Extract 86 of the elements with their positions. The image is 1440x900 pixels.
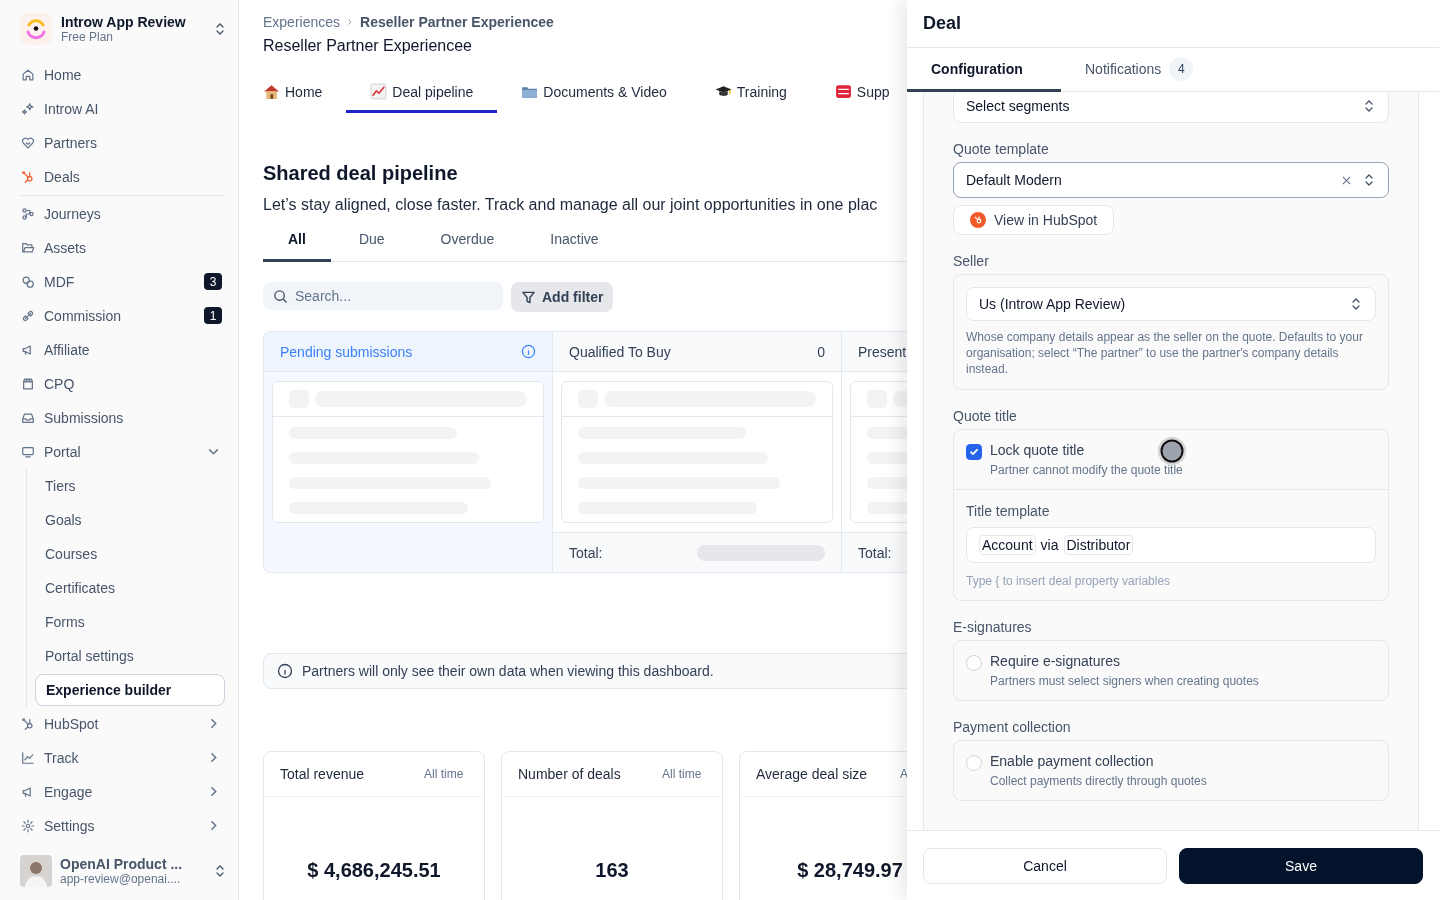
column-title: Qualified To Buy	[569, 343, 671, 360]
select-field[interactable]: Select segments	[953, 92, 1389, 123]
hint-text: Type { to insert deal property variables	[966, 574, 1171, 588]
count-badge: 3	[204, 273, 222, 290]
field-label: E-signatures	[953, 619, 1032, 635]
tab[interactable]: Deal pipeline	[346, 73, 498, 113]
nav-item[interactable]: Introw AI	[20, 91, 225, 126]
stat-title: Number of deals	[518, 766, 621, 782]
nav-item[interactable]: Assets	[20, 230, 225, 265]
option-description: Collect payments directly through quotes	[990, 774, 1207, 788]
field-label: Seller	[953, 253, 989, 269]
nav-subitem[interactable]: Certificates	[35, 570, 225, 605]
filter-tab[interactable]: Overdue	[412, 218, 523, 262]
option-label: Require e-signatures	[990, 653, 1121, 669]
option-label: Lock quote title	[990, 442, 1086, 458]
column-title: Present	[858, 343, 907, 360]
nav-item[interactable]: Track	[20, 740, 225, 775]
tab[interactable]: Supp	[810, 73, 907, 113]
nav-subitem[interactable]: Courses	[35, 536, 225, 571]
user-name: OpenAI Product ...	[60, 856, 184, 873]
nav-item[interactable]: Home	[20, 57, 225, 92]
column-title: Pending submissions	[280, 343, 413, 360]
filter-tab[interactable]: Inactive	[522, 218, 627, 262]
nav-item[interactable]: CPQ	[20, 366, 225, 401]
select-field[interactable]: Us (Introw App Review)	[966, 287, 1376, 321]
user-email: app-review@openai....	[60, 872, 182, 887]
cancel-button[interactable]: Cancel	[923, 847, 1167, 884]
drawer-title: Deal	[907, 0, 1439, 48]
field-label: Quote title	[953, 408, 1017, 424]
tab[interactable]: Notifications 4	[1061, 48, 1218, 92]
option-label: Enable payment collection	[990, 753, 1155, 769]
field-label: Title template	[966, 503, 1050, 519]
view-in-hubspot-button[interactable]: View in HubSpot	[953, 205, 1115, 235]
field-label: Quote template	[953, 141, 1049, 157]
nav-subitem[interactable]: Experience builder	[35, 673, 225, 706]
nav-item[interactable]: Journeys	[20, 196, 225, 231]
nav-item[interactable]: Portal	[20, 434, 225, 469]
stat-period: All time	[424, 767, 465, 781]
title-template-field[interactable]: Account via Distributor	[966, 527, 1376, 563]
nav-item[interactable]: HubSpot	[20, 706, 225, 741]
variable-token: Distributor	[1063, 535, 1134, 555]
nav-subitem[interactable]: Forms	[35, 604, 225, 639]
filter-tab[interactable]: All	[263, 218, 331, 262]
nav-item[interactable]: Submissions	[20, 400, 225, 435]
stat-title: Average deal size	[756, 766, 868, 782]
help-text: Whose company details appear as the seller on the quote. Defaults to your organisation; select “The partner” to use the partner's company details instead.	[966, 329, 1364, 377]
column-count: 0	[817, 343, 825, 360]
section-heading: Shared deal pipeline	[263, 162, 459, 185]
tab[interactable]: Training	[690, 73, 811, 113]
breadcrumb-link[interactable]: Reseller Partner Experiencee	[360, 14, 554, 30]
nav-subitem[interactable]: Portal settings	[35, 638, 225, 673]
nav-item[interactable]: Partners	[20, 125, 225, 160]
workspace-name: Introw App Review	[61, 13, 187, 30]
section-description: Let’s stay aligned, close faster. Track and manage all our joint opportunities in one plac	[263, 196, 879, 214]
count-badge: 1	[204, 307, 222, 324]
variable-token: Account	[979, 535, 1036, 555]
select-field[interactable]: Default Modern	[953, 162, 1389, 198]
stat-value: $ 4,686,245.51	[306, 859, 442, 882]
option-description: Partner cannot modify the quote title	[990, 463, 1183, 477]
nav-item[interactable]: MDF 3	[20, 264, 225, 299]
nav-item[interactable]: Settings	[20, 808, 225, 843]
nav-item[interactable]: Commission 1	[20, 298, 225, 333]
stat-period: All time	[662, 767, 703, 781]
notice-text: Partners will only see their own data when viewing this dashboard.	[302, 663, 714, 679]
save-button[interactable]: Save	[1179, 847, 1423, 884]
nav-item[interactable]: Engage	[20, 774, 225, 809]
workspace-plan: Free Plan	[61, 29, 114, 44]
tab[interactable]: Documents & Video	[497, 73, 691, 113]
option-description: Partners must select signers when creating quotes	[990, 674, 1259, 688]
total-label: Total:	[569, 544, 603, 561]
filter-tab[interactable]: Due	[330, 218, 413, 262]
add-filter-button[interactable]: Add filter	[511, 282, 614, 312]
template-text: via	[1040, 537, 1059, 553]
field-label: Payment collection	[953, 719, 1071, 735]
nav-item[interactable]: Affiliate	[20, 332, 225, 367]
stat-value: $ 28,749.97	[796, 859, 904, 882]
total-label: Total:	[858, 544, 892, 561]
nav-item[interactable]: Deals	[20, 159, 225, 194]
nav-subitem[interactable]: Tiers	[35, 468, 225, 503]
tab[interactable]: Home	[263, 73, 347, 113]
stat-title: Total revenue	[280, 766, 365, 782]
stat-value: 163	[594, 859, 630, 882]
nav-subitem[interactable]: Goals	[35, 502, 225, 537]
search-field[interactable]: Search...	[263, 282, 503, 310]
breadcrumb-link[interactable]: Experiences	[263, 14, 341, 30]
page-title: Reseller Partner Experiencee	[263, 37, 473, 55]
